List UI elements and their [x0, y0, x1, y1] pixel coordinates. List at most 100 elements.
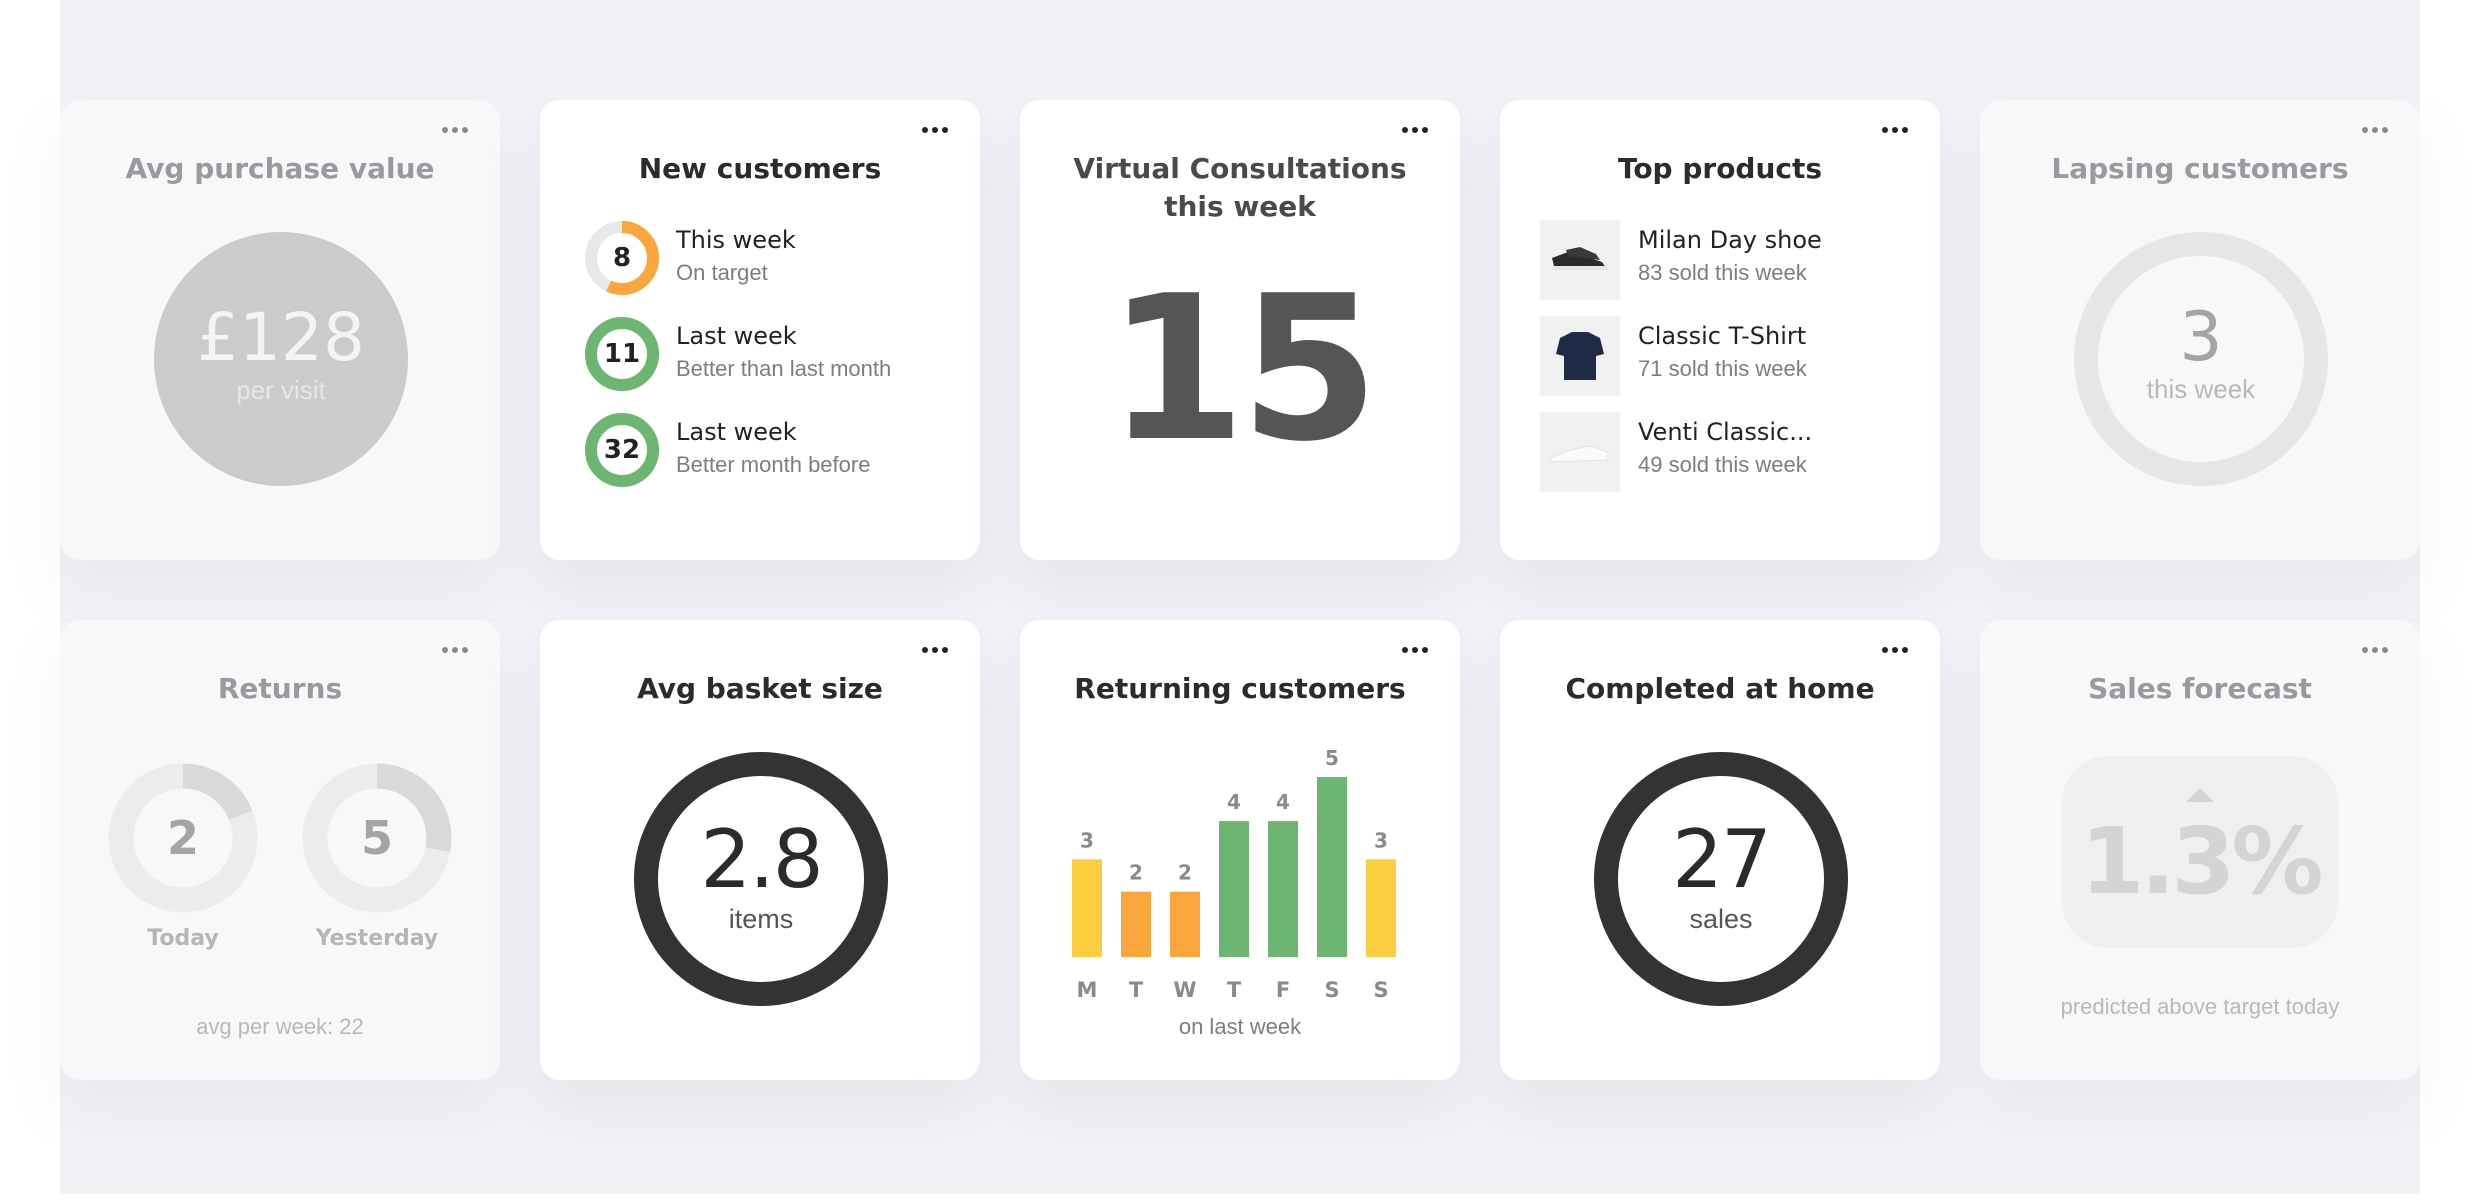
black-sneaker-icon: [1540, 220, 1620, 300]
card-virtual-consultations: Virtual Consultations this week 15: [1020, 100, 1460, 560]
row-label: Last week: [676, 322, 797, 350]
more-options-icon[interactable]: [2360, 122, 2390, 138]
card-title: Top products: [1617, 152, 1823, 185]
card-new-customers: New customers 8 This week On target 11 L…: [540, 100, 980, 560]
card-title: Lapsing customers: [2051, 152, 2349, 185]
completed-value: 27: [1672, 812, 1772, 906]
x-tick-label: F: [1276, 978, 1290, 1002]
more-options-icon[interactable]: [920, 122, 950, 138]
row-value: 11: [603, 339, 641, 369]
bar-value-label: 3: [1374, 828, 1388, 852]
card-title: Avg basket size: [637, 672, 883, 705]
white-sneaker-icon: [1540, 412, 1620, 492]
lapsing-count: 3: [2179, 297, 2223, 377]
returns-yesterday-donut: 5: [302, 763, 452, 913]
card-title: Sales forecast: [2088, 672, 2312, 705]
more-options-icon[interactable]: [2360, 642, 2390, 658]
card-title-line1: Virtual Consultations: [1073, 152, 1407, 185]
bar: [1366, 859, 1396, 957]
more-options-icon[interactable]: [1400, 642, 1430, 658]
chart-footer: on last week: [1178, 1014, 1302, 1039]
card-avg-purchase-value: Avg purchase value £128 per visit: [60, 100, 500, 560]
new-customers-row: 32 Last week Better month before: [584, 412, 964, 488]
bar-value-label: 2: [1178, 861, 1192, 885]
card-title: Returns: [217, 672, 343, 705]
returning-customers-chart: 3 M 2 T 2 W 4 T 4 F 5 S 3 S: [1072, 746, 1396, 1002]
card-completed-at-home: Completed at home 27 sales: [1500, 620, 1940, 1080]
card-title: Completed at home: [1565, 672, 1875, 705]
basket-value: 2.8: [700, 812, 823, 906]
card-sales-forecast: Sales forecast 1.3% predicted above targ…: [1980, 620, 2420, 1080]
lapsing-ring: 3 this week: [2074, 232, 2328, 486]
row-status: Better than last month: [676, 356, 892, 381]
bar: [1170, 891, 1200, 957]
row-status: On target: [676, 260, 768, 285]
bar: [1121, 891, 1151, 957]
dashboard-panel: Avg purchase value £128 per visit New cu…: [60, 0, 2420, 1194]
product-sold: 83 sold this week: [1638, 260, 1807, 285]
card-lapsing-customers: Lapsing customers 3 this week: [1980, 100, 2420, 560]
card-title: New customers: [638, 152, 882, 185]
returns-average: avg per week: 22: [196, 1014, 364, 1039]
bar-value-label: 4: [1276, 790, 1290, 814]
returns-today-value: 2: [166, 811, 199, 865]
card-title: Virtual Consultations this week: [1020, 150, 1460, 226]
forecast-caption: predicted above target today: [2060, 994, 2340, 1019]
consultations-count: 15: [1106, 253, 1379, 486]
bar: [1317, 777, 1347, 957]
product-item[interactable]: Classic T-Shirt 71 sold this week: [1540, 316, 1920, 396]
basket-ring: 2.8 items: [634, 752, 888, 1006]
more-options-icon[interactable]: [1400, 122, 1430, 138]
x-tick-label: W: [1173, 978, 1196, 1002]
more-options-icon[interactable]: [440, 122, 470, 138]
forecast-badge: 1.3%: [2062, 756, 2338, 948]
x-tick-label: T: [1227, 978, 1242, 1002]
navy-tshirt-icon: [1540, 316, 1620, 396]
bar-value-label: 2: [1129, 861, 1143, 885]
product-sold: 49 sold this week: [1638, 452, 1807, 477]
card-title: Returning customers: [1074, 672, 1406, 705]
product-sold: 71 sold this week: [1638, 356, 1807, 381]
row-value: 8: [612, 243, 632, 273]
avg-purchase-value: £128: [197, 298, 365, 376]
bar-value-label: 5: [1325, 746, 1339, 770]
product-name: Classic T-Shirt: [1638, 322, 1807, 350]
returns-today-label: Today: [147, 926, 219, 951]
new-customers-row: 11 Last week Better than last month: [584, 316, 964, 392]
row-label: Last week: [676, 418, 797, 446]
x-tick-label: S: [1324, 978, 1339, 1002]
x-tick-label: S: [1373, 978, 1388, 1002]
bar: [1219, 821, 1249, 957]
card-returns: Returns 2 Today 5 Yesterday avg per week…: [60, 620, 500, 1080]
lapsing-period: this week: [2146, 373, 2256, 404]
product-name: Venti Classic...: [1638, 418, 1813, 446]
product-item[interactable]: Venti Classic... 49 sold this week: [1540, 412, 1920, 492]
bar: [1268, 821, 1298, 957]
more-options-icon[interactable]: [440, 642, 470, 658]
bar: [1072, 859, 1102, 957]
value-disc: £128 per visit: [154, 232, 408, 486]
arrow-up-icon: [2186, 788, 2214, 802]
x-tick-label: M: [1077, 978, 1098, 1002]
completed-unit: sales: [1689, 903, 1753, 934]
product-name: Milan Day shoe: [1638, 226, 1822, 254]
bar-value-label: 4: [1227, 790, 1241, 814]
returns-yesterday-label: Yesterday: [315, 926, 439, 951]
card-returning-customers: Returning customers 3 M 2 T 2 W 4 T 4 F 5 S 3 S on la…: [1020, 620, 1460, 1080]
product-item[interactable]: Milan Day shoe 83 sold this week: [1540, 220, 1920, 300]
more-options-icon[interactable]: [1880, 642, 1910, 658]
returns-yesterday-value: 5: [360, 811, 393, 865]
bar-value-label: 3: [1080, 828, 1094, 852]
new-customers-row: 8 This week On target: [584, 220, 964, 296]
card-top-products: Top products Milan Day shoe 83 sold this…: [1500, 100, 1940, 560]
card-avg-basket-size: Avg basket size 2.8 items: [540, 620, 980, 1080]
returns-today-donut: 2: [108, 763, 258, 913]
row-status: Better month before: [676, 452, 871, 477]
forecast-value: 1.3%: [2080, 808, 2323, 915]
more-options-icon[interactable]: [1880, 122, 1910, 138]
basket-unit: items: [728, 903, 794, 934]
card-title-line2: this week: [1164, 190, 1316, 223]
more-options-icon[interactable]: [920, 642, 950, 658]
avg-purchase-unit: per visit: [236, 374, 326, 405]
row-value: 32: [603, 435, 641, 465]
